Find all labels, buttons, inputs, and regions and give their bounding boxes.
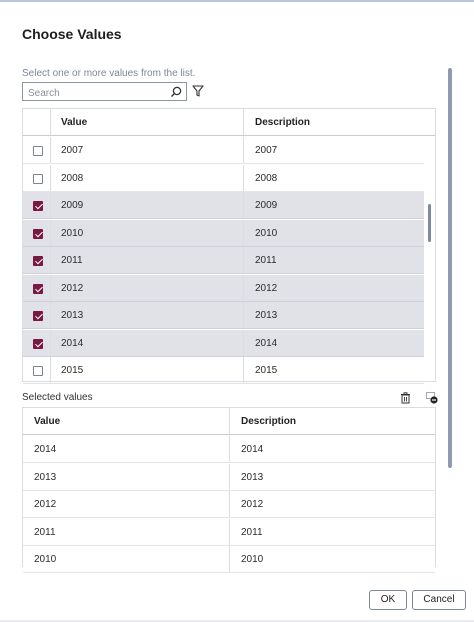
selected-value-cell: 2010 <box>34 554 57 565</box>
description-cell: 2009 <box>255 200 278 211</box>
selected-header-value[interactable]: Value <box>34 408 60 435</box>
selected-description-cell: 2012 <box>241 499 264 510</box>
selected-row[interactable]: 2013 2013 <box>23 463 435 491</box>
row-checkbox[interactable] <box>33 283 43 294</box>
description-cell: 2010 <box>255 227 278 239</box>
selected-row[interactable]: 2011 2011 <box>23 518 435 546</box>
values-row[interactable]: 2009 2009 <box>23 192 424 219</box>
value-cell: 2013 <box>61 310 84 321</box>
values-grid-scrollbar[interactable] <box>428 204 431 242</box>
row-checkbox[interactable] <box>33 311 43 321</box>
description-cell: 2012 <box>255 282 278 294</box>
selected-description-cell: 2011 <box>241 526 263 538</box>
values-row[interactable]: 2013 2013 <box>23 302 424 329</box>
column-header-description[interactable]: Description <box>255 109 310 136</box>
description-cell: 2015 <box>255 365 278 376</box>
selected-row[interactable]: 2010 2010 <box>23 546 435 573</box>
search-icon[interactable] <box>169 85 183 99</box>
selected-value-cell: 2012 <box>34 499 57 510</box>
collapse-icon[interactable] <box>426 392 438 404</box>
selected-value-cell: 2011 <box>34 526 56 538</box>
selected-values-label: Selected values <box>22 392 93 403</box>
search-input[interactable] <box>23 85 163 102</box>
values-row[interactable]: 2012 2012 <box>23 274 424 302</box>
selected-description-cell: 2014 <box>241 444 264 455</box>
selected-description-cell: 2010 <box>241 554 264 565</box>
instruction-text: Select one or more values from the list. <box>22 68 196 79</box>
search-box <box>22 82 187 102</box>
values-row[interactable]: 2015 2015 <box>23 357 424 384</box>
dialog-scrollbar[interactable] <box>448 68 452 468</box>
selected-description-cell: 2013 <box>241 471 264 483</box>
row-checkbox[interactable] <box>33 228 43 239</box>
value-cell: 2012 <box>61 282 84 294</box>
selected-values-grid: 2014 2014 2013 2013 2012 2012 2011 2011 2010 2010… <box>22 407 436 573</box>
selected-row[interactable]: 2014 2014 <box>23 436 435 463</box>
row-checkbox[interactable] <box>33 146 43 156</box>
ok-button[interactable]: OK <box>369 590 407 610</box>
selected-row[interactable]: 2012 2012 <box>23 491 435 518</box>
description-cell: 2013 <box>255 310 278 321</box>
value-cell: 2008 <box>61 172 84 184</box>
filter-icon[interactable] <box>191 84 205 98</box>
cancel-button[interactable]: Cancel <box>412 590 466 610</box>
values-grid: 2007 2007 2008 2008 2009 2009 2010 2010 2011 2011… <box>22 108 436 384</box>
description-cell: 2011 <box>255 255 277 266</box>
selected-value-cell: 2013 <box>34 471 57 483</box>
description-cell: 2007 <box>255 145 278 156</box>
row-checkbox[interactable] <box>33 256 43 266</box>
row-checkbox[interactable] <box>33 366 43 376</box>
values-row[interactable]: 2008 2008 <box>23 164 424 192</box>
trash-icon[interactable] <box>400 392 411 404</box>
selected-value-cell: 2014 <box>34 444 57 455</box>
row-checkbox[interactable] <box>33 338 43 349</box>
selected-grid-header: Value Description <box>23 408 435 435</box>
value-cell: 2009 <box>61 200 84 211</box>
value-cell: 2010 <box>61 227 84 239</box>
description-cell: 2014 <box>255 337 278 349</box>
description-cell: 2008 <box>255 172 278 184</box>
values-row[interactable]: 2011 2011 <box>23 247 424 274</box>
selected-header-description[interactable]: Description <box>241 408 296 435</box>
values-row[interactable]: 2014 2014 <box>23 329 424 357</box>
column-header-value[interactable]: Value <box>61 109 87 136</box>
row-checkbox[interactable] <box>33 201 43 211</box>
value-cell: 2014 <box>61 337 84 349</box>
choose-values-dialog: Choose Values Select one or more values … <box>0 0 474 622</box>
row-checkbox[interactable] <box>33 173 43 184</box>
value-cell: 2011 <box>61 255 83 266</box>
dialog-title: Choose Values <box>22 26 122 42</box>
values-row[interactable]: 2007 2007 <box>23 137 424 164</box>
value-cell: 2007 <box>61 145 84 156</box>
values-row[interactable]: 2010 2010 <box>23 219 424 247</box>
value-cell: 2015 <box>61 365 84 376</box>
values-grid-header: Value Description <box>23 109 435 136</box>
